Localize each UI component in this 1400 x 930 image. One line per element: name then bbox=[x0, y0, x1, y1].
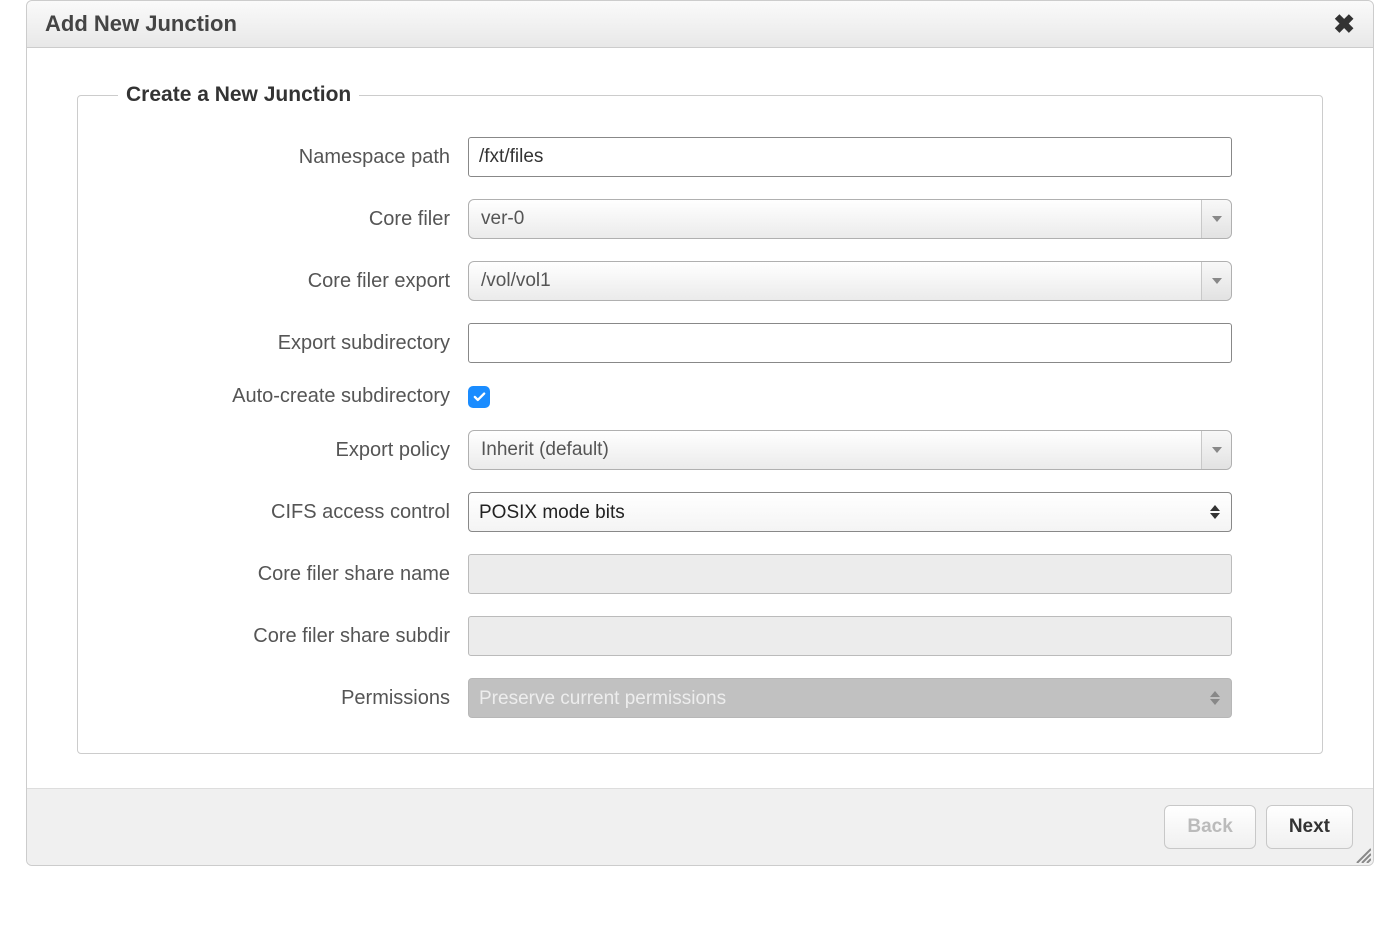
core-filer-export-select[interactable]: /vol/vol1 bbox=[468, 261, 1232, 301]
auto-create-subdirectory-label: Auto-create subdirectory bbox=[108, 385, 468, 408]
export-policy-value: Inherit (default) bbox=[469, 439, 1201, 461]
export-subdirectory-input[interactable] bbox=[468, 323, 1232, 363]
export-policy-label: Export policy bbox=[108, 439, 468, 462]
core-filer-export-label: Core filer export bbox=[108, 270, 468, 293]
core-filer-share-subdir-label: Core filer share subdir bbox=[108, 625, 468, 648]
chevron-down-icon bbox=[1212, 447, 1222, 453]
create-junction-fieldset: Create a New Junction Namespace path Cor… bbox=[77, 83, 1323, 754]
dropdown-button[interactable] bbox=[1201, 431, 1231, 469]
cifs-access-control-select[interactable]: POSIX mode bits bbox=[468, 492, 1232, 532]
next-button[interactable]: Next bbox=[1266, 805, 1353, 849]
namespace-path-label: Namespace path bbox=[108, 146, 468, 169]
permissions-select: Preserve current permissions bbox=[468, 678, 1232, 718]
core-filer-value: ver-0 bbox=[469, 208, 1201, 230]
core-filer-label: Core filer bbox=[108, 208, 468, 231]
dropdown-button[interactable] bbox=[1201, 262, 1231, 300]
core-filer-export-value: /vol/vol1 bbox=[469, 270, 1201, 292]
dropdown-button[interactable] bbox=[1201, 200, 1231, 238]
namespace-path-input[interactable] bbox=[468, 137, 1232, 177]
resize-handle[interactable] bbox=[1353, 845, 1371, 863]
permissions-label: Permissions bbox=[108, 687, 468, 710]
export-policy-select[interactable]: Inherit (default) bbox=[468, 430, 1232, 470]
add-junction-dialog: Add New Junction ✖ Create a New Junction… bbox=[26, 0, 1374, 866]
fieldset-legend: Create a New Junction bbox=[118, 83, 359, 107]
core-filer-share-name-input bbox=[468, 554, 1232, 594]
chevron-down-icon bbox=[1212, 278, 1222, 284]
core-filer-share-subdir-input bbox=[468, 616, 1232, 656]
check-icon bbox=[472, 389, 487, 404]
cifs-access-control-label: CIFS access control bbox=[108, 501, 468, 524]
dialog-title: Add New Junction bbox=[45, 11, 237, 37]
dialog-body: Create a New Junction Namespace path Cor… bbox=[27, 48, 1373, 788]
auto-create-subdirectory-checkbox[interactable] bbox=[468, 386, 490, 408]
core-filer-select[interactable]: ver-0 bbox=[468, 199, 1232, 239]
export-subdirectory-label: Export subdirectory bbox=[108, 332, 468, 355]
close-icon[interactable]: ✖ bbox=[1333, 11, 1355, 37]
chevron-down-icon bbox=[1212, 216, 1222, 222]
dialog-footer: Back Next bbox=[27, 788, 1373, 865]
core-filer-share-name-label: Core filer share name bbox=[108, 563, 468, 586]
dialog-header: Add New Junction ✖ bbox=[27, 1, 1373, 48]
back-button: Back bbox=[1164, 805, 1255, 849]
